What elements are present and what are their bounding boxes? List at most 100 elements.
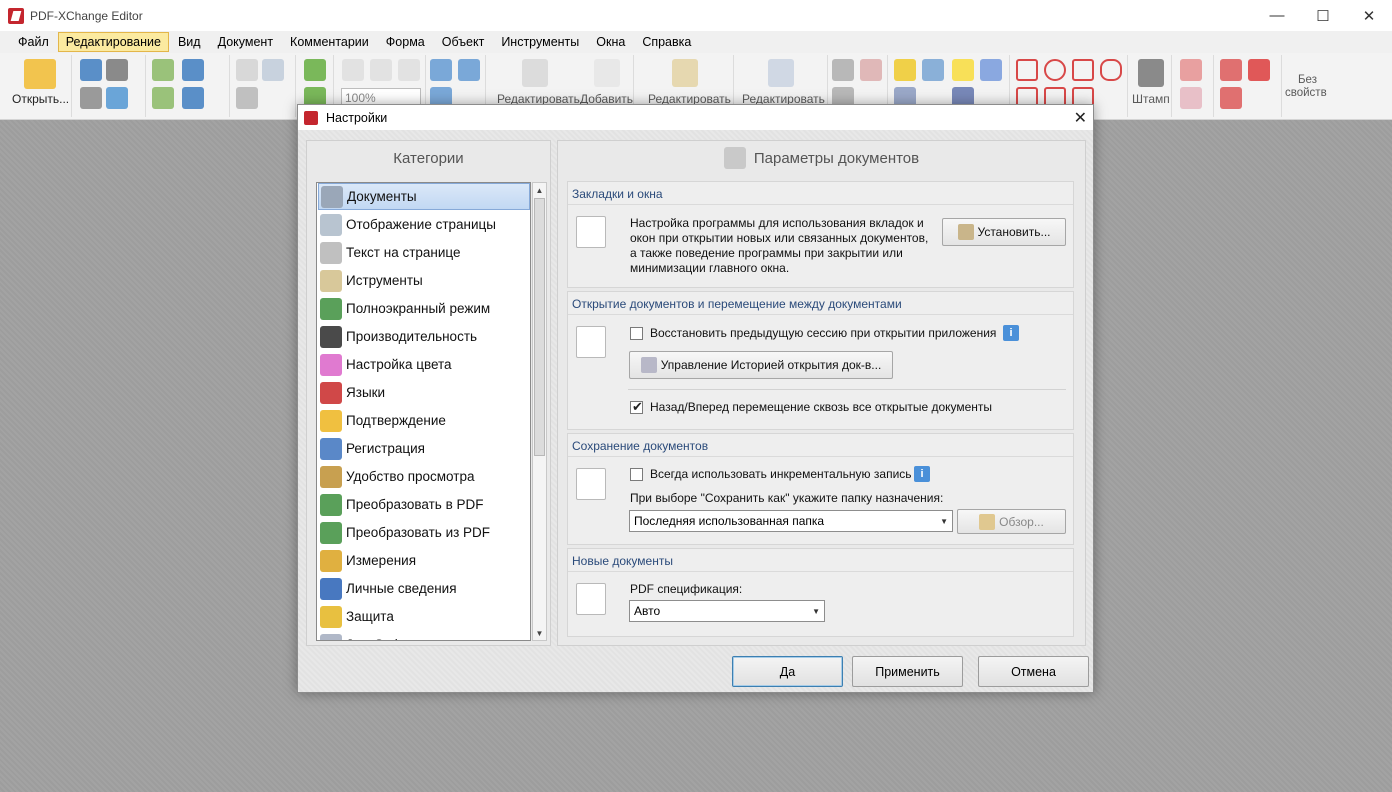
snapshot-icon[interactable] bbox=[236, 87, 258, 109]
open-folder-icon[interactable] bbox=[24, 59, 56, 89]
save-as-label: При выборе "Сохранить как" укажите папку… bbox=[630, 491, 944, 505]
category-item[interactable]: Регистрация bbox=[318, 435, 530, 462]
stamp-button[interactable]: Штамп bbox=[1132, 92, 1170, 106]
menu-item-8[interactable]: Окна bbox=[588, 32, 633, 52]
restore-session-checkbox[interactable] bbox=[630, 327, 643, 340]
apply-button[interactable]: Применить bbox=[852, 656, 963, 687]
hand-tool-icon[interactable] bbox=[236, 59, 258, 81]
close-button[interactable]: ✕ bbox=[1346, 0, 1392, 31]
scroll-thumb[interactable] bbox=[534, 198, 545, 456]
zoom-in-icon[interactable] bbox=[430, 59, 452, 81]
cancel-button[interactable]: Отмена bbox=[978, 656, 1089, 687]
menu-item-2[interactable]: Вид bbox=[170, 32, 209, 52]
category-item[interactable]: Подтверждение bbox=[318, 407, 530, 434]
setup-button[interactable]: Установить... bbox=[942, 218, 1066, 246]
category-item[interactable]: Текст на странице bbox=[318, 239, 530, 266]
cloud-icon[interactable] bbox=[1100, 59, 1122, 81]
typewriter-icon[interactable] bbox=[832, 59, 854, 81]
dropdown-arrow-icon: ▼ bbox=[812, 607, 820, 616]
no-properties-line2[interactable]: свойств bbox=[1285, 87, 1327, 99]
incremental-save-checkbox[interactable] bbox=[630, 468, 643, 481]
menu-item-1[interactable]: Редактирование bbox=[57, 32, 169, 52]
pencil-icon[interactable] bbox=[1180, 59, 1202, 81]
fit-width-icon[interactable] bbox=[398, 59, 420, 81]
print-icon[interactable] bbox=[106, 59, 128, 81]
menu-item-6[interactable]: Объект bbox=[434, 32, 493, 52]
perimeter-icon[interactable] bbox=[1220, 87, 1242, 109]
color-wheel-icon bbox=[320, 353, 342, 376]
category-item[interactable]: Удобство просмотра bbox=[318, 463, 530, 490]
distance-icon[interactable] bbox=[1220, 59, 1242, 81]
pdf-spec-select[interactable]: Авто ▼ bbox=[629, 600, 825, 622]
maximize-button[interactable]: ☐ bbox=[1300, 0, 1346, 31]
menu-item-3[interactable]: Документ bbox=[210, 32, 281, 52]
actual-size-icon[interactable] bbox=[342, 59, 364, 81]
menu-item-4[interactable]: Комментарии bbox=[282, 32, 377, 52]
ribbon-group-pencil bbox=[1174, 55, 1214, 117]
incremental-info-icon[interactable]: i bbox=[914, 466, 930, 482]
open-button[interactable]: Открыть... bbox=[12, 92, 69, 106]
save-icon[interactable] bbox=[80, 59, 102, 81]
ellipse-icon[interactable] bbox=[1044, 59, 1066, 81]
categories-list[interactable]: Документы Отображение страницы Текст на ст… bbox=[316, 182, 531, 641]
menu-item-7[interactable]: Инструменты bbox=[493, 32, 587, 52]
category-item[interactable]: Отображение страницы bbox=[318, 211, 530, 238]
category-item[interactable]: Личные сведения bbox=[318, 575, 530, 602]
undo-icon[interactable] bbox=[182, 59, 204, 81]
add-text-icon[interactable] bbox=[594, 59, 620, 87]
sticky-note-icon[interactable] bbox=[952, 59, 974, 81]
javascript-icon bbox=[320, 633, 342, 640]
text-comment-icon[interactable] bbox=[922, 59, 944, 81]
polygon-icon[interactable] bbox=[1072, 59, 1094, 81]
category-item[interactable]: Настройка цвета bbox=[318, 351, 530, 378]
category-item[interactable]: Защита bbox=[318, 603, 530, 630]
area-icon[interactable] bbox=[1248, 59, 1270, 81]
browse-button[interactable]: Обзор... bbox=[957, 509, 1066, 534]
dialog-close-button[interactable]: ✕ bbox=[1074, 108, 1087, 128]
menu-item-5[interactable]: Форма bbox=[378, 32, 433, 52]
email-icon[interactable] bbox=[106, 87, 128, 109]
link-edit-icon[interactable] bbox=[768, 59, 794, 87]
fit-page-icon[interactable] bbox=[370, 59, 392, 81]
zoom-out-icon[interactable] bbox=[458, 59, 480, 81]
paste-icon[interactable] bbox=[152, 87, 174, 109]
scroll-up-icon[interactable]: ▲ bbox=[533, 183, 546, 197]
back-forward-checkbox[interactable] bbox=[630, 399, 643, 415]
category-item[interactable]: Документы bbox=[318, 183, 530, 210]
redo-icon[interactable] bbox=[182, 87, 204, 109]
scan-icon[interactable] bbox=[80, 87, 102, 109]
category-item[interactable]: Производительность bbox=[318, 323, 530, 350]
textbox-icon[interactable] bbox=[860, 59, 882, 81]
highlight-text-icon[interactable] bbox=[894, 59, 916, 81]
copy-icon[interactable] bbox=[152, 59, 174, 81]
edit-text-icon[interactable] bbox=[522, 59, 548, 87]
menu-item-0[interactable]: Файл bbox=[10, 32, 57, 52]
category-item[interactable]: Преобразовать из PDF bbox=[318, 519, 530, 546]
eraser-icon[interactable] bbox=[1180, 87, 1202, 109]
section-divider bbox=[568, 204, 1073, 205]
ok-button[interactable]: Да bbox=[732, 656, 843, 687]
category-item[interactable]: Иструменты bbox=[318, 267, 530, 294]
parameters-title: Параметры документов bbox=[753, 149, 920, 167]
no-properties-line1[interactable]: Без bbox=[1298, 74, 1317, 86]
scroll-down-icon[interactable]: ▼ bbox=[533, 626, 546, 640]
history-button[interactable]: Управление Историей открытия док-в... bbox=[629, 351, 893, 379]
menu-item-9[interactable]: Справка bbox=[634, 32, 699, 52]
category-item[interactable]: Полноэкранный режим bbox=[318, 295, 530, 322]
form-edit-icon[interactable] bbox=[672, 59, 698, 87]
category-item[interactable]: Языки bbox=[318, 379, 530, 406]
stamp-icon[interactable] bbox=[1138, 59, 1164, 87]
restore-info-icon[interactable]: i bbox=[1003, 325, 1019, 341]
category-item[interactable]: Измерения bbox=[318, 547, 530, 574]
shield-icon bbox=[320, 605, 342, 628]
category-item[interactable]: JavaScript bbox=[318, 631, 530, 640]
user-key-icon bbox=[320, 437, 342, 460]
select-text-icon[interactable] bbox=[262, 59, 284, 81]
category-item[interactable]: Преобразовать в PDF bbox=[318, 491, 530, 518]
sound-icon[interactable] bbox=[980, 59, 1002, 81]
destination-folder-select[interactable]: Последняя использованная папка ▼ bbox=[629, 510, 953, 532]
line-icon[interactable] bbox=[1016, 59, 1038, 81]
minimize-button[interactable]: — bbox=[1254, 0, 1300, 31]
rotate-icon[interactable] bbox=[304, 59, 326, 81]
categories-scrollbar[interactable]: ▲ ▼ bbox=[532, 182, 547, 641]
